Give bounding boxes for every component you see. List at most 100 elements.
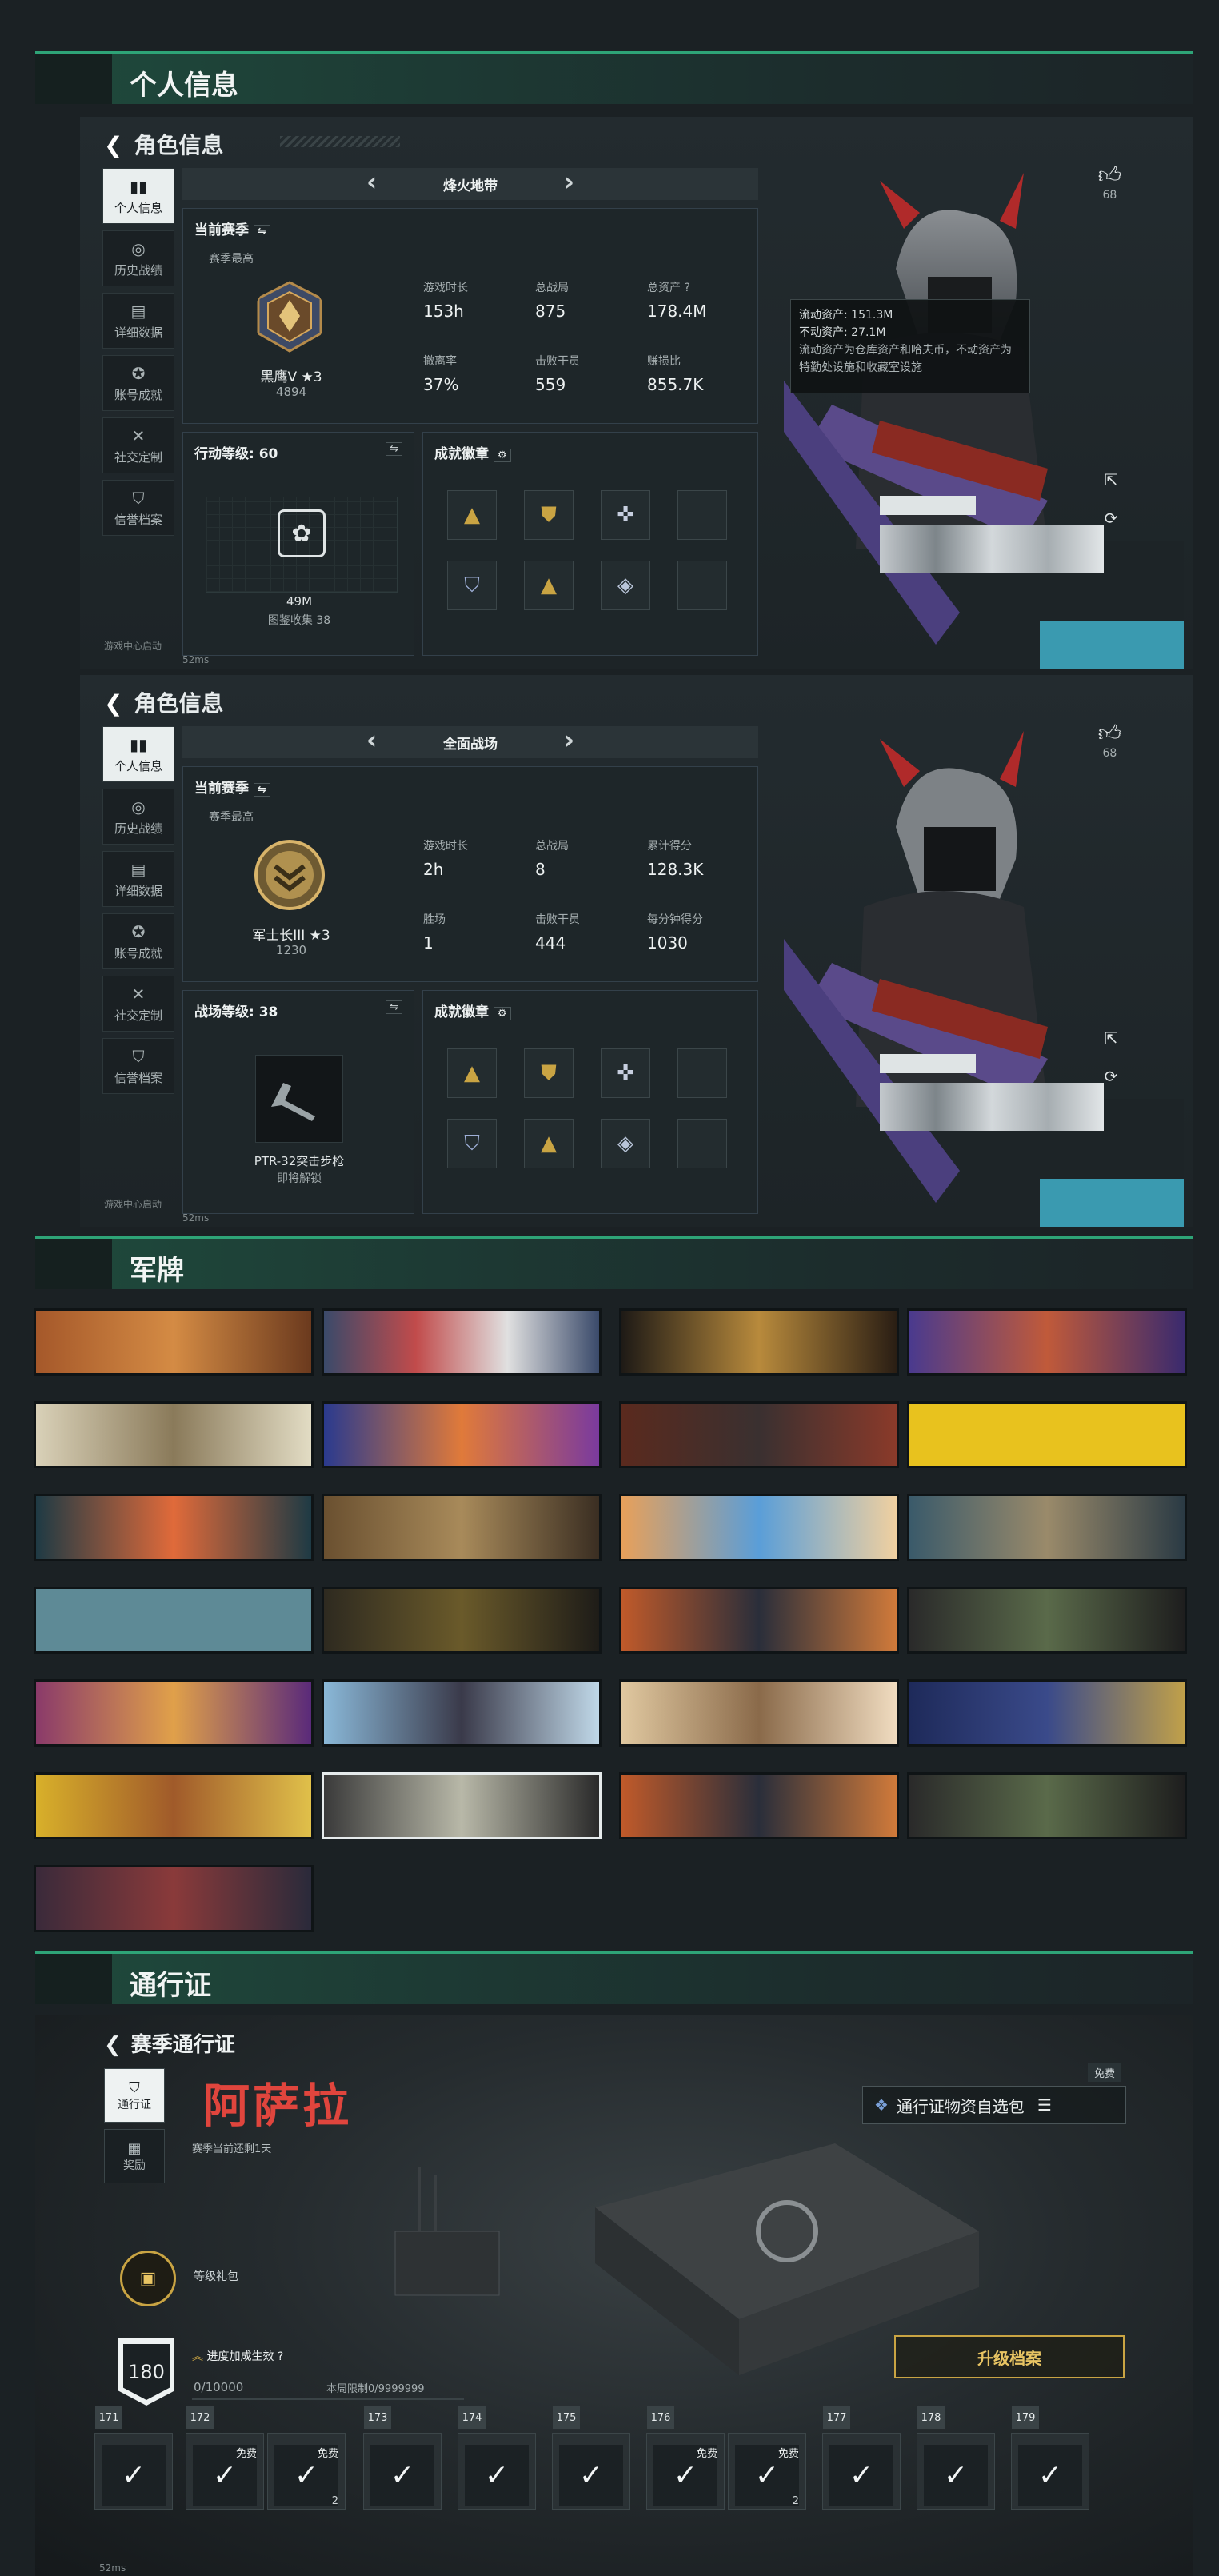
reward-slot[interactable]: 172 ✓ 免费 xyxy=(186,2406,264,2510)
dog-tag[interactable] xyxy=(619,1587,899,1654)
dog-tag[interactable] xyxy=(34,1494,314,1561)
badge-empty-slot[interactable] xyxy=(677,490,727,540)
reward-slot[interactable]: 171 ✓ xyxy=(94,2406,173,2510)
badge-warning-icon[interactable]: ▲ xyxy=(524,561,574,610)
swap-icon[interactable]: ⇋ xyxy=(253,225,270,238)
like-button[interactable]: 👍︎ 68 xyxy=(1098,720,1121,760)
badge-shield-icon[interactable]: ⛊ xyxy=(524,490,574,540)
dog-tag[interactable] xyxy=(34,1679,314,1747)
swap-icon[interactable]: ⇋ xyxy=(386,1000,402,1014)
swap-icon[interactable]: ⇋ xyxy=(386,442,402,456)
badge-shield-icon[interactable]: ⛊ xyxy=(524,1048,574,1098)
badge-round-icon[interactable]: ⛉ xyxy=(447,561,497,610)
nav-item-personal-info[interactable]: ▮▮ 个人信息 xyxy=(102,726,174,782)
action-level-title: 行动等级: 60 xyxy=(194,446,278,462)
dog-tag[interactable] xyxy=(907,1772,1187,1839)
dog-tag[interactable] xyxy=(907,1308,1187,1376)
dog-tag[interactable] xyxy=(907,1679,1187,1747)
nav-item-history[interactable]: ◎ 历史战绩 xyxy=(102,230,174,286)
nav-label: 信誉档案 xyxy=(114,1070,162,1085)
dog-tag[interactable] xyxy=(34,1587,314,1654)
pass-nav-pass[interactable]: ⛉ 通行证 xyxy=(104,2068,165,2123)
dog-tag-selected[interactable] xyxy=(322,1772,602,1839)
upgrade-pass-button[interactable]: 升级档案 xyxy=(894,2335,1125,2378)
nav-item-social[interactable]: ✕ 社交定制 xyxy=(102,976,174,1032)
reward-slot[interactable]: 179 ✓ xyxy=(1011,2406,1089,2510)
nav-item-details[interactable]: ▤ 详细数据 xyxy=(102,293,174,349)
badge-empty-slot[interactable] xyxy=(677,1048,727,1098)
dog-tag[interactable] xyxy=(619,1679,899,1747)
dog-tag[interactable] xyxy=(322,1679,602,1747)
badge-cross-icon[interactable]: ✜ xyxy=(601,1048,650,1098)
weapon-unlock-card[interactable] xyxy=(255,1055,343,1143)
dog-tag[interactable] xyxy=(619,1308,899,1376)
dog-tag[interactable] xyxy=(619,1494,899,1561)
refresh-icon[interactable]: ⟳ xyxy=(1099,509,1123,533)
chevron-right-icon[interactable]: › xyxy=(564,725,574,755)
chevron-right-icon[interactable]: › xyxy=(564,166,574,197)
reward-slot[interactable]: 177 ✓ xyxy=(822,2406,901,2510)
badge-diamond-icon[interactable]: ◈ xyxy=(601,1119,650,1168)
back-button[interactable]: ❮ 角色信息 xyxy=(104,128,223,160)
dog-tag[interactable] xyxy=(34,1772,314,1839)
dog-tag[interactable] xyxy=(34,1308,314,1376)
section-banner-personal-info: 个人信息 xyxy=(35,51,1193,104)
share-icon[interactable]: ⇱ xyxy=(1099,470,1123,494)
dog-tag[interactable] xyxy=(34,1865,314,1932)
nav-item-details[interactable]: ▤ 详细数据 xyxy=(102,851,174,907)
dog-tag[interactable] xyxy=(619,1772,899,1839)
stat-total-matches: 总战局 875 xyxy=(535,282,569,321)
reward-slot[interactable]: 175 ✓ xyxy=(552,2406,630,2510)
badge-empty-slot[interactable] xyxy=(677,561,727,610)
pass-nav-rewards[interactable]: ▦ 奖励 xyxy=(104,2129,165,2183)
chevron-left-icon[interactable]: ‹ xyxy=(366,166,377,197)
nav-item-history[interactable]: ◎ 历史战绩 xyxy=(102,789,174,845)
reward-slot[interactable]: 174 ✓ xyxy=(458,2406,536,2510)
dog-tag[interactable] xyxy=(322,1587,602,1654)
rank-name: 黑鹰V ★3 xyxy=(260,369,322,385)
swap-icon[interactable]: ⇋ xyxy=(253,783,270,797)
gear-icon[interactable]: ⚙ xyxy=(493,449,511,462)
chevron-left-icon[interactable]: ‹ xyxy=(366,725,377,755)
badge-cross-icon[interactable]: ✜ xyxy=(601,490,650,540)
refresh-icon[interactable]: ⟳ xyxy=(1099,1067,1123,1091)
badge-empty-slot[interactable] xyxy=(677,1119,727,1168)
nav-item-achievements[interactable]: ✪ 账号成就 xyxy=(102,913,174,969)
back-button[interactable]: ❮ 赛季通行证 xyxy=(104,2028,235,2058)
nav-item-reputation[interactable]: ⛉ 信誉档案 xyxy=(102,480,174,536)
supply-pick-button[interactable]: ❖ 通行证物资自选包 ☰ xyxy=(862,2086,1126,2124)
badge-diamond-icon[interactable]: ◈ xyxy=(601,561,650,610)
dog-tag[interactable] xyxy=(619,1401,899,1468)
gear-icon[interactable]: ⚙ xyxy=(493,1007,511,1020)
dog-tag[interactable] xyxy=(907,1587,1187,1654)
badge-warning-icon[interactable]: ▲ xyxy=(524,1119,574,1168)
reward-slot[interactable]: ✓ 免费 2 xyxy=(267,2433,346,2510)
reward-slot[interactable]: 176 ✓ 免费 xyxy=(646,2406,725,2510)
dog-tag[interactable] xyxy=(34,1401,314,1468)
back-button[interactable]: ❮ 角色信息 xyxy=(104,686,223,718)
reward-slot[interactable]: 173 ✓ xyxy=(363,2406,442,2510)
dog-tag[interactable] xyxy=(322,1308,602,1376)
nav-item-personal-info[interactable]: ▮▮ 个人信息 xyxy=(102,168,174,224)
decor-hatch xyxy=(280,136,400,147)
dog-tag[interactable] xyxy=(907,1494,1187,1561)
reward-slot[interactable]: ✓ 免费 2 xyxy=(728,2433,806,2510)
badge-triangle-icon[interactable]: ▲ xyxy=(447,490,497,540)
nav-item-social[interactable]: ✕ 社交定制 xyxy=(102,417,174,473)
help-icon[interactable]: ? xyxy=(684,282,689,294)
diamond-icon: ❖ xyxy=(874,2095,889,2115)
dog-tag[interactable] xyxy=(322,1401,602,1468)
like-button[interactable]: 👍︎ 68 xyxy=(1098,162,1121,202)
dog-tag[interactable] xyxy=(907,1401,1187,1468)
reward-slot[interactable]: 178 ✓ xyxy=(917,2406,995,2510)
badge-triangle-icon[interactable]: ▲ xyxy=(447,1048,497,1098)
share-icon[interactable]: ⇱ xyxy=(1099,1028,1123,1052)
badge-round-icon[interactable]: ⛉ xyxy=(447,1119,497,1168)
nav-item-reputation[interactable]: ⛉ 信誉档案 xyxy=(102,1038,174,1094)
blurred-id-tag xyxy=(880,496,976,515)
nav-label: 详细数据 xyxy=(114,883,162,898)
nav-item-achievements[interactable]: ✪ 账号成就 xyxy=(102,355,174,411)
dog-tag[interactable] xyxy=(322,1494,602,1561)
help-icon[interactable]: ? xyxy=(278,2350,283,2363)
level-pack-icon[interactable]: ▣ xyxy=(120,2251,176,2306)
